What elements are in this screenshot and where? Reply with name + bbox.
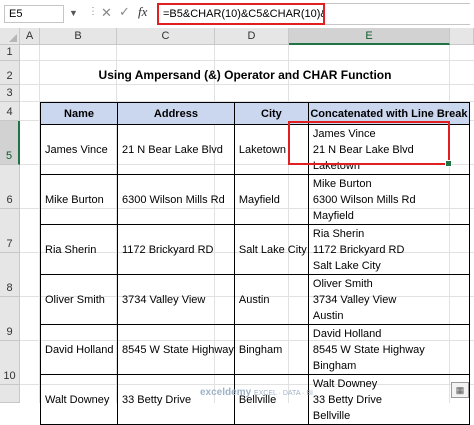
row-header-3[interactable]: 3 [0, 85, 20, 102]
row-number: 3 [6, 87, 13, 99]
table-row: Mike Burton 6300 Wilson Mills Rd Mayfield M… [40, 174, 470, 225]
table-row: David Holland 8545 W State Highway Bingham… [40, 324, 470, 375]
row-number: 8 [6, 282, 13, 294]
row-number: 1 [6, 46, 13, 58]
cell-city[interactable]: Bellville [233, 374, 309, 425]
row-header-1[interactable]: 1 [0, 45, 20, 61]
concatenated-line: Austin [312, 310, 344, 322]
concatenated-line: Oliver Smith [312, 278, 373, 290]
cell-concatenated[interactable]: James Vince 21 N Bear Lake Blvd Laketown [307, 124, 470, 175]
cell-name[interactable]: David Holland [40, 324, 118, 375]
cell-concatenated[interactable]: David Holland 8545 W State Highway Bingham [307, 324, 470, 375]
cell-address[interactable]: 3734 Valley View [117, 274, 235, 325]
cell-name[interactable]: Oliver Smith [40, 274, 118, 325]
column-header-extra[interactable] [450, 28, 474, 45]
watermark: exceldemy EXCEL · DATA · BI [200, 387, 313, 398]
concatenated-line: 1172 Brickyard RD [312, 244, 405, 256]
cell-concatenated[interactable]: Oliver Smith 3734 Valley View Austin [307, 274, 470, 325]
table-row: Oliver Smith 3734 Valley View Austin Oliver… [40, 274, 470, 325]
cell-city[interactable]: Laketown [233, 124, 309, 175]
concatenated-line: Mayfield [312, 210, 354, 222]
cell-name[interactable]: Walt Downey [40, 374, 118, 425]
concatenated-line: 3734 Valley View [312, 294, 397, 306]
row-header-9[interactable]: 9 [0, 297, 20, 341]
data-table: Name Address City Concatenated with Line… [40, 102, 470, 425]
cell-name[interactable]: Mike Burton [40, 174, 118, 225]
cell-address[interactable]: 8545 W State Highway [117, 324, 235, 375]
row-number: 2 [6, 70, 13, 82]
header-name[interactable]: Name [40, 102, 118, 125]
concatenated-line: 6300 Wilson Mills Rd [312, 194, 416, 206]
row-header-8[interactable]: 8 [0, 253, 20, 297]
cell-city[interactable]: Austin [233, 274, 309, 325]
header-city[interactable]: City [233, 102, 309, 125]
row-number: 9 [6, 326, 13, 338]
chevron-down-icon[interactable]: ▼ [69, 8, 78, 18]
row-number: 6 [6, 194, 13, 206]
column-header-e[interactable]: E [289, 28, 450, 45]
cell-concatenated[interactable]: Ria Sherin 1172 Brickyard RD Salt Lake Cit… [307, 224, 470, 275]
concatenated-line: Walt Downey [312, 378, 378, 390]
table-row: James Vince 21 N Bear Lake Blvd Laketown Ja… [40, 124, 470, 175]
concatenated-line: Bingham [312, 360, 357, 372]
row-header-6[interactable]: 6 [0, 165, 20, 209]
row-header-10[interactable]: 10 [0, 341, 20, 385]
cell-address[interactable]: 33 Betty Drive [117, 374, 235, 425]
watermark-tagline: EXCEL · DATA · BI [253, 390, 313, 397]
row-header-2[interactable]: 2 [0, 61, 20, 85]
concatenated-line: Salt Lake City [312, 260, 381, 272]
column-header-b[interactable]: B [40, 28, 117, 45]
cell-concatenated[interactable]: Mike Burton 6300 Wilson Mills Rd Mayfield [307, 174, 470, 225]
more-options-icon[interactable]: ⋮ [88, 6, 98, 17]
cell-city[interactable]: Salt Lake City [233, 224, 309, 275]
formula-input-extension[interactable] [325, 3, 470, 25]
formula-bar: E5 ▼ ⋮ ✕ ✓ fx =B5&CHAR(10)&C5&CHAR(10)&D… [0, 0, 474, 29]
cell-address[interactable]: 1172 Brickyard RD [117, 224, 235, 275]
concatenated-line: David Holland [312, 328, 382, 340]
cell-city[interactable]: Mayfield [233, 174, 309, 225]
watermark-brand: exceldemy [200, 387, 252, 398]
concatenated-line: 33 Betty Drive [312, 394, 382, 406]
cell-city[interactable]: Bingham [233, 324, 309, 375]
row-header-5[interactable]: 5 [0, 121, 20, 165]
column-header-a[interactable]: A [20, 28, 40, 45]
column-header-d[interactable]: D [215, 28, 289, 45]
concatenated-line: Ria Sherin [312, 228, 365, 240]
concatenated-line: 8545 W State Highway [312, 344, 425, 356]
row-header-7[interactable]: 7 [0, 209, 20, 253]
row-number: 4 [6, 106, 13, 118]
concatenated-line: James Vince [312, 128, 376, 140]
row-header-partial[interactable] [0, 385, 20, 403]
sheet-title: Using Ampersand (&) Operator and CHAR Fu… [98, 68, 392, 82]
fx-icon[interactable]: fx [138, 4, 147, 20]
row-header-4[interactable]: 4 [0, 102, 20, 121]
quick-analysis-icon[interactable]: ▦ [451, 382, 469, 398]
formula-input[interactable]: =B5&CHAR(10)&C5&CHAR(10)&D5 [157, 3, 325, 25]
close-icon[interactable]: ✕ [101, 5, 112, 21]
row-number: 5 [5, 150, 13, 162]
gridline-horizontal [20, 84, 474, 85]
cell-concatenated[interactable]: Walt Downey 33 Betty Drive Bellville [307, 374, 470, 425]
row-number: 7 [6, 238, 13, 250]
concatenated-line: Bellville [312, 410, 351, 422]
column-header-c[interactable]: C [117, 28, 215, 45]
table-header-row: Name Address City Concatenated with Line… [40, 102, 470, 125]
check-icon[interactable]: ✓ [119, 4, 130, 20]
gridline-horizontal [20, 60, 474, 61]
header-concatenated[interactable]: Concatenated with Line Break [307, 102, 470, 125]
cell-name[interactable]: James Vince [40, 124, 118, 175]
concatenated-line: 21 N Bear Lake Blvd [312, 144, 414, 156]
row-number: 10 [3, 370, 16, 382]
header-address[interactable]: Address [117, 102, 235, 125]
table-row: Walt Downey 33 Betty Drive Bellville Walt D… [40, 374, 470, 425]
cell-address[interactable]: 21 N Bear Lake Blvd [117, 124, 235, 175]
concatenated-line: Laketown [312, 160, 360, 172]
table-row: Ria Sherin 1172 Brickyard RD Salt Lake Cit… [40, 224, 470, 275]
cell-name[interactable]: Ria Sherin [40, 224, 118, 275]
name-box[interactable]: E5 [4, 5, 64, 23]
concatenated-line: Mike Burton [312, 178, 372, 190]
select-all-button[interactable] [0, 28, 20, 45]
cell-address[interactable]: 6300 Wilson Mills Rd [117, 174, 235, 225]
